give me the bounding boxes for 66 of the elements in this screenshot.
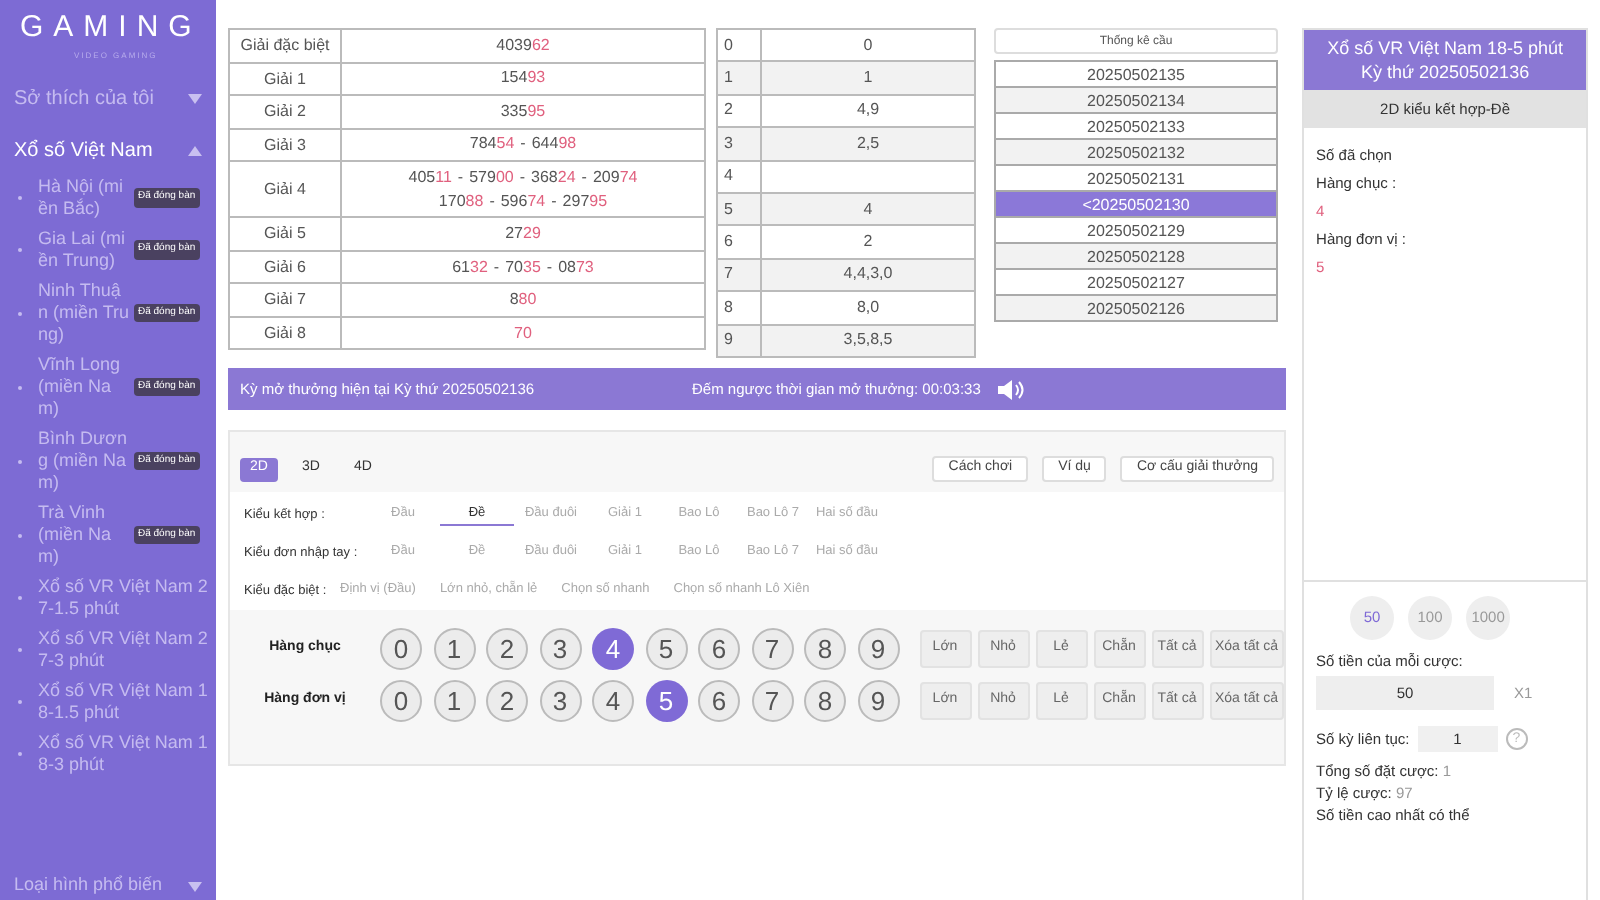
sidebar-section[interactable]: Xổ số Việt Nam <box>0 132 216 168</box>
prize-cell: Giải 4 <box>229 161 341 218</box>
period-row[interactable]: 20250502126 <box>994 294 1278 322</box>
digit-values-cell: 2,5 <box>761 127 975 161</box>
prize-number: 403962 <box>496 35 550 54</box>
digit-values-cell: 0 <box>761 29 975 62</box>
prize-number: 20974 <box>592 167 638 186</box>
number-separator: - <box>520 134 526 153</box>
prize-number: 15493 <box>500 68 546 87</box>
speaker-icon[interactable] <box>996 377 1025 401</box>
number-separator: - <box>546 257 553 276</box>
number-separator: - <box>457 167 464 186</box>
caret-icon <box>188 881 202 891</box>
digit-cell: 6 <box>717 225 761 259</box>
prize-cell: Giải 6 <box>229 250 341 284</box>
digit-cell: 9 <box>717 324 761 357</box>
prize-cell: Giải 3 <box>229 128 341 161</box>
logo: GAMING <box>18 8 204 48</box>
period-row[interactable]: 20250502131 <box>994 164 1278 192</box>
number-separator: - <box>581 167 587 186</box>
number-separator: - <box>551 191 557 210</box>
prize-number: 6132 <box>452 257 488 276</box>
digit-cell: 4 <box>717 160 761 193</box>
digit-values-cell: 2 <box>761 225 975 259</box>
period-row[interactable]: 20250502127 <box>994 268 1278 296</box>
game-title: Xổ số VR Việt Nam 18-5 phút <box>1325 36 1565 60</box>
prize-cell: Giải đặc biệt <box>229 29 341 62</box>
prize-cell: Giải 7 <box>229 283 341 317</box>
prize-cell: Giải 8 <box>229 316 341 350</box>
digit-cell: 3 <box>717 127 761 161</box>
prize-number: 0873 <box>558 257 594 276</box>
number-separator: - <box>493 257 500 276</box>
prize-number: 2729 <box>505 224 541 243</box>
period-title: Kỳ thứ 20250502136 <box>1358 60 1532 84</box>
digit-cell: 8 <box>717 291 761 325</box>
digit-values-cell: 3,5,8,5 <box>761 324 975 357</box>
prize-number: 57900 <box>469 167 514 186</box>
period-row[interactable]: 20250502132 <box>994 138 1278 166</box>
prize-number: 29795 <box>562 191 608 210</box>
period-row[interactable]: 20250502134 <box>994 86 1278 114</box>
period-row[interactable]: 20250502129 <box>994 216 1278 244</box>
prize-number: 78454 <box>469 134 515 153</box>
period-row[interactable]: 20250502133 <box>994 112 1278 140</box>
digit-values-cell: 8,0 <box>761 291 975 325</box>
prize-number: 33595 <box>500 101 546 120</box>
prize-number: 40511 <box>408 167 452 186</box>
caret-icon <box>188 145 202 155</box>
prize-number: 70 <box>514 323 532 342</box>
number-separator: - <box>519 167 526 186</box>
digit-cell: 1 <box>717 61 761 95</box>
prize-number: 880 <box>509 290 537 309</box>
period-row[interactable]: 20250502135 <box>994 60 1278 88</box>
prize-cell: Giải 5 <box>229 217 341 251</box>
number-separator: - <box>489 191 495 210</box>
prize-number: 59674 <box>500 191 546 210</box>
period-row[interactable]: 20250502128 <box>994 242 1278 270</box>
prize-cell: Giải 1 <box>229 62 341 95</box>
prize-number: 64498 <box>531 134 577 153</box>
period-row[interactable]: <20250502130 <box>994 190 1278 218</box>
digit-cell: 0 <box>717 29 761 62</box>
caret-icon <box>188 93 202 103</box>
digit-values-cell: 1 <box>761 61 975 95</box>
prize-number: 36824 <box>531 167 576 186</box>
prize-cell: Giải 2 <box>229 95 341 128</box>
prize-number: 17088 <box>438 191 484 210</box>
prize-number: 7035 <box>505 257 541 276</box>
